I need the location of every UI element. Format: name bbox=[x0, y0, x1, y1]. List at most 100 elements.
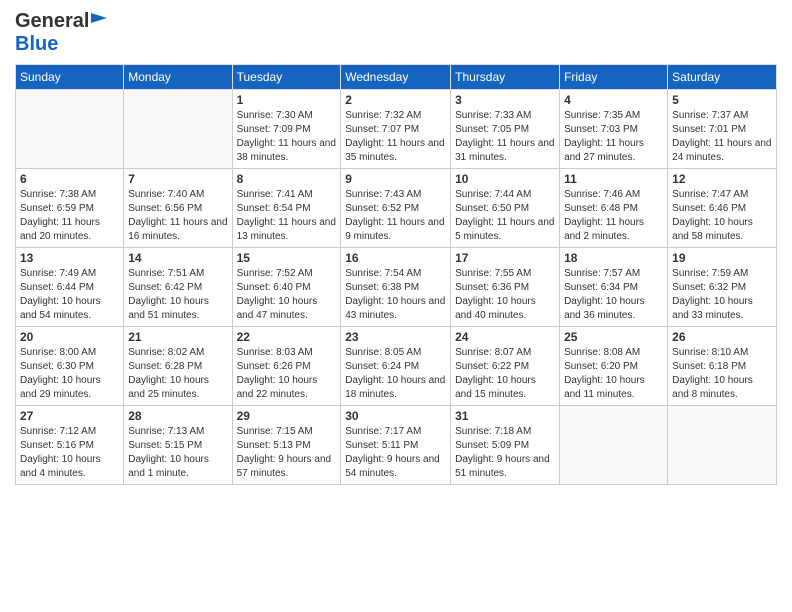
logo: GeneralBlue bbox=[15, 10, 107, 56]
day-number: 22 bbox=[237, 330, 337, 344]
day-number: 9 bbox=[345, 172, 446, 186]
day-number: 21 bbox=[128, 330, 227, 344]
day-info: Sunrise: 7:57 AM Sunset: 6:34 PM Dayligh… bbox=[564, 267, 663, 323]
day-info: Sunrise: 7:52 AM Sunset: 6:40 PM Dayligh… bbox=[237, 267, 337, 323]
calendar-cell: 5Sunrise: 7:37 AM Sunset: 7:01 PM Daylig… bbox=[668, 90, 777, 169]
calendar-week-3: 13 Sunrise: 7:49 AM Sunset: 6:44 PM Dayli… bbox=[16, 248, 777, 327]
calendar-cell: 27 Sunrise: 7:12 AM Sunset: 5:16 PM Dayli… bbox=[16, 406, 124, 485]
calendar-header-friday: Friday bbox=[560, 65, 668, 90]
calendar-header-saturday: Saturday bbox=[668, 65, 777, 90]
calendar-header-monday: Monday bbox=[124, 65, 232, 90]
day-number: 17 bbox=[455, 251, 555, 265]
day-number: 12 bbox=[672, 172, 772, 186]
calendar-cell: 22 Sunrise: 8:03 AM Sunset: 6:26 PM Dayli… bbox=[232, 327, 341, 406]
calendar-cell: 7 Sunrise: 7:40 AM Sunset: 6:56 PM Daylig… bbox=[124, 169, 232, 248]
day-info: Sunrise: 7:43 AM Sunset: 6:52 PM Dayligh… bbox=[345, 188, 446, 244]
day-number: 28 bbox=[128, 409, 227, 423]
day-number: 4 bbox=[564, 93, 663, 107]
calendar-cell: 15 Sunrise: 7:52 AM Sunset: 6:40 PM Dayli… bbox=[232, 248, 341, 327]
day-number: 2 bbox=[345, 93, 446, 107]
calendar-header-tuesday: Tuesday bbox=[232, 65, 341, 90]
calendar-cell: 13 Sunrise: 7:49 AM Sunset: 6:44 PM Dayli… bbox=[16, 248, 124, 327]
day-number: 26 bbox=[672, 330, 772, 344]
day-number: 14 bbox=[128, 251, 227, 265]
day-info: Sunrise: 8:03 AM Sunset: 6:26 PM Dayligh… bbox=[237, 346, 337, 402]
calendar-header-thursday: Thursday bbox=[451, 65, 560, 90]
calendar-cell: 17 Sunrise: 7:55 AM Sunset: 6:36 PM Dayli… bbox=[451, 248, 560, 327]
calendar-cell: 4Sunrise: 7:35 AM Sunset: 7:03 PM Daylig… bbox=[560, 90, 668, 169]
day-info: Sunrise: 7:41 AM Sunset: 6:54 PM Dayligh… bbox=[237, 188, 337, 244]
day-info: Sunrise: 7:18 AM Sunset: 5:09 PM Dayligh… bbox=[455, 425, 555, 481]
day-info: Sunrise: 7:40 AM Sunset: 6:56 PM Dayligh… bbox=[128, 188, 227, 244]
calendar-cell: 26Sunrise: 8:10 AM Sunset: 6:18 PM Dayli… bbox=[668, 327, 777, 406]
header: GeneralBlue bbox=[15, 10, 777, 56]
day-info: Sunrise: 7:30 AM Sunset: 7:09 PM Dayligh… bbox=[237, 109, 337, 165]
day-number: 16 bbox=[345, 251, 446, 265]
day-number: 20 bbox=[20, 330, 119, 344]
calendar-cell: 6 Sunrise: 7:38 AM Sunset: 6:59 PM Daylig… bbox=[16, 169, 124, 248]
calendar-cell bbox=[124, 90, 232, 169]
calendar-table: SundayMondayTuesdayWednesdayThursdayFrid… bbox=[15, 64, 777, 485]
day-info: Sunrise: 7:33 AM Sunset: 7:05 PM Dayligh… bbox=[455, 109, 555, 165]
day-number: 10 bbox=[455, 172, 555, 186]
calendar-cell: 3 Sunrise: 7:33 AM Sunset: 7:05 PM Daylig… bbox=[451, 90, 560, 169]
day-info: Sunrise: 7:44 AM Sunset: 6:50 PM Dayligh… bbox=[455, 188, 555, 244]
day-info: Sunrise: 7:49 AM Sunset: 6:44 PM Dayligh… bbox=[20, 267, 119, 323]
day-info: Sunrise: 7:13 AM Sunset: 5:15 PM Dayligh… bbox=[128, 425, 227, 481]
day-number: 27 bbox=[20, 409, 119, 423]
day-info: Sunrise: 7:54 AM Sunset: 6:38 PM Dayligh… bbox=[345, 267, 446, 323]
calendar-cell: 2 Sunrise: 7:32 AM Sunset: 7:07 PM Daylig… bbox=[341, 90, 451, 169]
day-number: 23 bbox=[345, 330, 446, 344]
day-info: Sunrise: 7:46 AM Sunset: 6:48 PM Dayligh… bbox=[564, 188, 663, 244]
day-number: 31 bbox=[455, 409, 555, 423]
day-number: 6 bbox=[20, 172, 119, 186]
day-info: Sunrise: 7:12 AM Sunset: 5:16 PM Dayligh… bbox=[20, 425, 119, 481]
day-number: 29 bbox=[237, 409, 337, 423]
day-info: Sunrise: 7:38 AM Sunset: 6:59 PM Dayligh… bbox=[20, 188, 119, 244]
calendar-cell: 14 Sunrise: 7:51 AM Sunset: 6:42 PM Dayli… bbox=[124, 248, 232, 327]
day-info: Sunrise: 7:17 AM Sunset: 5:11 PM Dayligh… bbox=[345, 425, 446, 481]
calendar-cell: 16 Sunrise: 7:54 AM Sunset: 6:38 PM Dayli… bbox=[341, 248, 451, 327]
calendar-cell: 23 Sunrise: 8:05 AM Sunset: 6:24 PM Dayli… bbox=[341, 327, 451, 406]
day-number: 30 bbox=[345, 409, 446, 423]
day-info: Sunrise: 7:15 AM Sunset: 5:13 PM Dayligh… bbox=[237, 425, 337, 481]
day-number: 18 bbox=[564, 251, 663, 265]
day-number: 5 bbox=[672, 93, 772, 107]
day-number: 19 bbox=[672, 251, 772, 265]
calendar-cell: 20 Sunrise: 8:00 AM Sunset: 6:30 PM Dayli… bbox=[16, 327, 124, 406]
day-info: Sunrise: 7:32 AM Sunset: 7:07 PM Dayligh… bbox=[345, 109, 446, 165]
day-info: Sunrise: 8:00 AM Sunset: 6:30 PM Dayligh… bbox=[20, 346, 119, 402]
calendar-cell bbox=[16, 90, 124, 169]
calendar-header-wednesday: Wednesday bbox=[341, 65, 451, 90]
day-number: 8 bbox=[237, 172, 337, 186]
calendar-cell: 11 Sunrise: 7:46 AM Sunset: 6:48 PM Dayli… bbox=[560, 169, 668, 248]
day-info: Sunrise: 8:07 AM Sunset: 6:22 PM Dayligh… bbox=[455, 346, 555, 402]
day-info: Sunrise: 7:51 AM Sunset: 6:42 PM Dayligh… bbox=[128, 267, 227, 323]
calendar-cell: 28 Sunrise: 7:13 AM Sunset: 5:15 PM Dayli… bbox=[124, 406, 232, 485]
day-number: 3 bbox=[455, 93, 555, 107]
calendar-cell: 10 Sunrise: 7:44 AM Sunset: 6:50 PM Dayli… bbox=[451, 169, 560, 248]
day-info: Sunrise: 7:55 AM Sunset: 6:36 PM Dayligh… bbox=[455, 267, 555, 323]
day-number: 13 bbox=[20, 251, 119, 265]
calendar-cell: 1 Sunrise: 7:30 AM Sunset: 7:09 PM Daylig… bbox=[232, 90, 341, 169]
calendar-cell: 18 Sunrise: 7:57 AM Sunset: 6:34 PM Dayli… bbox=[560, 248, 668, 327]
day-number: 15 bbox=[237, 251, 337, 265]
calendar-cell: 19Sunrise: 7:59 AM Sunset: 6:32 PM Dayli… bbox=[668, 248, 777, 327]
calendar-week-4: 20 Sunrise: 8:00 AM Sunset: 6:30 PM Dayli… bbox=[16, 327, 777, 406]
calendar-cell: 29 Sunrise: 7:15 AM Sunset: 5:13 PM Dayli… bbox=[232, 406, 341, 485]
calendar-week-2: 6 Sunrise: 7:38 AM Sunset: 6:59 PM Daylig… bbox=[16, 169, 777, 248]
calendar-cell: 8 Sunrise: 7:41 AM Sunset: 6:54 PM Daylig… bbox=[232, 169, 341, 248]
day-number: 7 bbox=[128, 172, 227, 186]
day-number: 25 bbox=[564, 330, 663, 344]
day-info: Sunrise: 8:05 AM Sunset: 6:24 PM Dayligh… bbox=[345, 346, 446, 402]
calendar-cell: 12Sunrise: 7:47 AM Sunset: 6:46 PM Dayli… bbox=[668, 169, 777, 248]
calendar-cell: 9 Sunrise: 7:43 AM Sunset: 6:52 PM Daylig… bbox=[341, 169, 451, 248]
day-number: 11 bbox=[564, 172, 663, 186]
calendar-week-1: 1 Sunrise: 7:30 AM Sunset: 7:09 PM Daylig… bbox=[16, 90, 777, 169]
calendar-cell: 31 Sunrise: 7:18 AM Sunset: 5:09 PM Dayli… bbox=[451, 406, 560, 485]
calendar-week-5: 27 Sunrise: 7:12 AM Sunset: 5:16 PM Dayli… bbox=[16, 406, 777, 485]
calendar-header-sunday: Sunday bbox=[16, 65, 124, 90]
day-number: 1 bbox=[237, 93, 337, 107]
day-number: 24 bbox=[455, 330, 555, 344]
logo-text: GeneralBlue bbox=[15, 10, 107, 56]
